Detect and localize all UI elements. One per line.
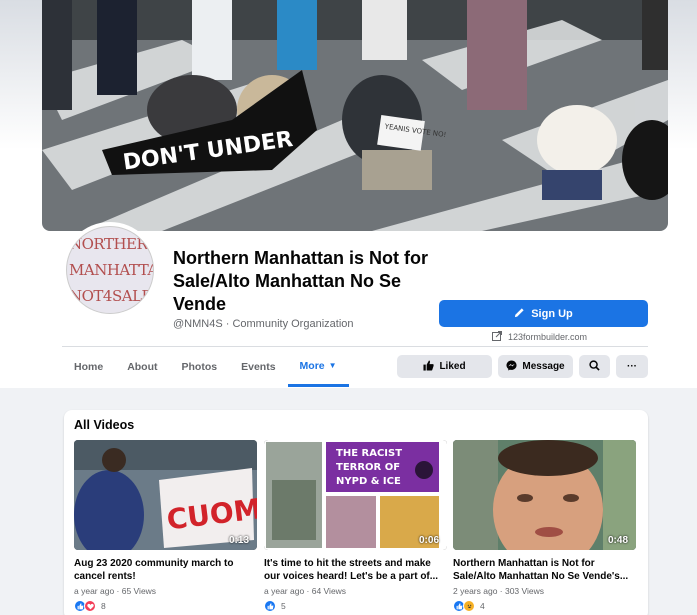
section-title: All Videos — [74, 418, 135, 432]
tab-home[interactable]: Home — [62, 347, 115, 387]
tab-events[interactable]: Events — [229, 347, 287, 387]
video-reactions[interactable]: 5 — [264, 600, 447, 612]
avatar-image: NORTHERN MANHATTAN NOT4SALE — [66, 226, 154, 314]
message-button[interactable]: Message — [498, 355, 573, 378]
video-duration: 0:13 — [228, 535, 249, 546]
cover-photo-image: DON'T UNDER YEANIS VOTE NO! — [42, 0, 668, 231]
video-thumbnail[interactable]: 0:48 — [453, 440, 636, 550]
avatar-line-3: NOT4SALE — [69, 287, 153, 305]
page-nav-tabs: Home About Photos Events More ▼ — [62, 347, 349, 387]
love-reaction-icon — [84, 600, 96, 612]
video-duration: 0:06 — [418, 535, 439, 546]
more-options-button[interactable]: ··· — [616, 355, 648, 378]
more-dots-icon: ··· — [627, 361, 637, 372]
page-avatar[interactable]: NORTHERN MANHATTAN NOT4SALE — [62, 222, 158, 318]
video-meta: a year ago · 65 Views — [74, 586, 157, 596]
video-title[interactable]: Aug 23 2020 community march to cancel re… — [74, 558, 257, 583]
reaction-count: 4 — [480, 601, 485, 611]
tab-photos[interactable]: Photos — [170, 347, 230, 387]
sign-up-domain: 123formbuilder.com — [508, 332, 588, 342]
thumb-text-line-2: TERROR OF — [336, 462, 400, 473]
video-title[interactable]: It's time to hit the streets and make ou… — [264, 558, 447, 583]
video-meta: 2 years ago · 303 Views — [453, 586, 545, 596]
liked-label: Liked — [439, 361, 466, 372]
external-link-icon — [492, 331, 502, 343]
video-card[interactable]: 0:48 Northern Manhattan is Not for Sale/… — [453, 440, 636, 612]
messenger-icon — [506, 359, 517, 374]
search-button[interactable] — [579, 355, 610, 378]
video-thumbnail[interactable]: CUOMO 0:13 — [74, 440, 257, 550]
video-thumbnail-image: THE RACIST TERROR OF NYPD & ICE — [264, 440, 447, 550]
pencil-icon — [514, 307, 525, 321]
video-thumbnail[interactable]: THE RACIST TERROR OF NYPD & ICE 0:06 — [264, 440, 447, 550]
page-header-area: DON'T UNDER YEANIS VOTE NO! NORTHERN MAN… — [0, 0, 697, 388]
video-reactions[interactable]: 8 — [74, 600, 257, 612]
avatar-line-2: MANHATTAN — [69, 261, 153, 279]
search-icon — [589, 359, 600, 374]
video-thumbnail-image: CUOMO — [74, 440, 257, 550]
video-duration: 0:48 — [607, 535, 628, 546]
video-reactions[interactable]: 4 — [453, 600, 636, 612]
thumbs-up-icon — [423, 359, 435, 374]
tab-more[interactable]: More ▼ — [287, 347, 349, 387]
video-thumbnail-image — [453, 440, 636, 550]
video-meta: a year ago · 64 Views — [264, 586, 347, 596]
page-category: @NMN4S · Community Organization — [173, 318, 354, 330]
caret-down-icon: ▼ — [328, 361, 337, 370]
message-label: Message — [522, 361, 565, 372]
tab-about[interactable]: About — [115, 347, 169, 387]
reaction-count: 5 — [281, 601, 286, 611]
avatar-line-1: NORTHERN — [69, 235, 154, 253]
sign-up-button[interactable]: Sign Up — [439, 300, 648, 327]
reaction-count: 8 — [101, 601, 106, 611]
liked-button[interactable]: Liked — [397, 355, 492, 378]
like-reaction-icon — [264, 600, 276, 612]
sign-up-link[interactable]: 123formbuilder.com — [492, 331, 587, 343]
video-card[interactable]: THE RACIST TERROR OF NYPD & ICE 0:06 It'… — [264, 440, 447, 612]
page-title: Northern Manhattan is Not for Sale/Alto … — [173, 248, 428, 314]
all-videos-section: All Videos CUOMO 0:13 Aug 23 2020 commun… — [64, 410, 648, 615]
thumb-text-line-3: NYPD & ICE — [336, 476, 401, 487]
tab-more-label: More — [299, 359, 325, 372]
cover-photo[interactable]: DON'T UNDER YEANIS VOTE NO! — [42, 0, 668, 231]
video-card[interactable]: CUOMO 0:13 Aug 23 2020 community march t… — [74, 440, 257, 612]
thumb-text-line-1: THE RACIST — [336, 448, 402, 459]
video-title[interactable]: Northern Manhattan is Not for Sale/Alto … — [453, 558, 636, 583]
sign-up-label: Sign Up — [531, 307, 573, 320]
haha-reaction-icon — [463, 600, 475, 612]
